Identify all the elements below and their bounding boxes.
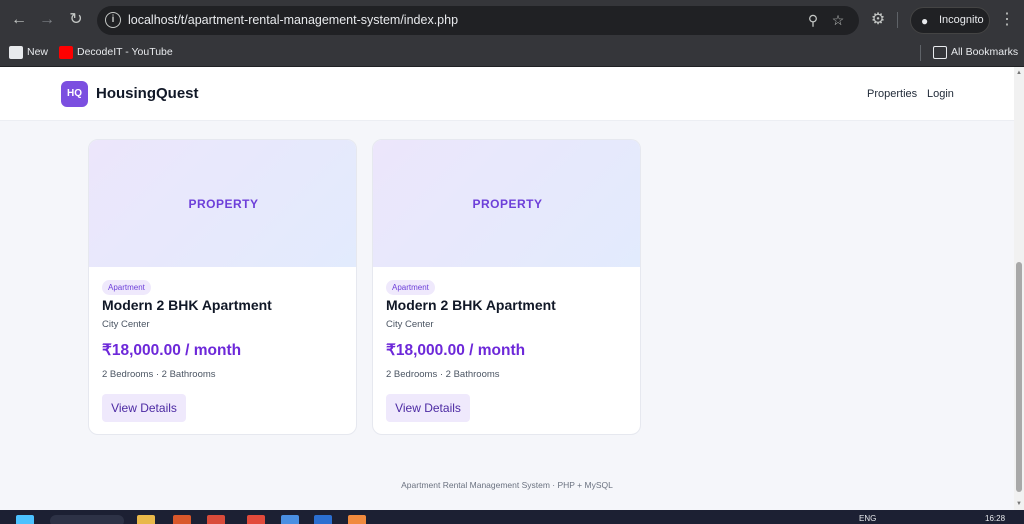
nav-properties[interactable]: Properties bbox=[867, 88, 917, 100]
property-title: Modern 2 BHK Apartment bbox=[102, 297, 272, 313]
property-meta: 2 Bedrooms · 2 Bathrooms bbox=[102, 369, 216, 380]
all-bookmarks-label: All Bookmarks bbox=[951, 46, 1019, 58]
property-card: PROPERTY Apartment Modern 2 BHK Apartmen… bbox=[372, 139, 641, 435]
forward-icon[interactable]: → bbox=[37, 10, 57, 30]
app-icon[interactable] bbox=[314, 515, 332, 524]
property-type-tag: Apartment bbox=[386, 280, 435, 295]
property-image-placeholder: PROPERTY bbox=[373, 140, 640, 267]
app-icon[interactable] bbox=[348, 515, 366, 524]
footer-text: Apartment Rental Management System · PHP… bbox=[401, 480, 613, 490]
property-title: Modern 2 BHK Apartment bbox=[386, 297, 556, 313]
menu-icon[interactable]: ⋮ bbox=[997, 10, 1017, 30]
search-box[interactable] bbox=[50, 515, 124, 524]
bookmark-youtube[interactable]: DecodeIT - YouTube bbox=[59, 44, 173, 62]
hero-label: PROPERTY bbox=[472, 197, 543, 211]
all-bookmarks[interactable]: All Bookmarks bbox=[933, 44, 1018, 62]
scroll-thumb[interactable] bbox=[1016, 262, 1022, 492]
brand-name[interactable]: HousingQuest bbox=[96, 85, 199, 102]
clock[interactable]: 16:28 bbox=[985, 514, 1005, 523]
browser-toolbar: ← → ↻ i localhost/t/apartment-rental-man… bbox=[0, 0, 1024, 40]
property-price: ₹18,000.00 / month bbox=[386, 342, 526, 359]
bookmark-star-icon[interactable]: ☆ bbox=[830, 12, 846, 28]
site-info-icon[interactable]: i bbox=[105, 12, 121, 28]
bookmarks-bar: New DecodeIT - YouTube All Bookmarks bbox=[0, 40, 1024, 67]
extension-icon[interactable]: ⚙ bbox=[868, 10, 888, 30]
app-icon[interactable] bbox=[247, 515, 265, 524]
scroll-down-icon[interactable]: ▼ bbox=[1016, 501, 1022, 507]
new-tab-icon bbox=[9, 46, 23, 59]
folder-icon bbox=[933, 46, 947, 59]
url-text[interactable]: localhost/t/apartment-rental-management-… bbox=[128, 13, 458, 27]
view-details-button[interactable]: View Details bbox=[386, 394, 470, 422]
view-details-button[interactable]: View Details bbox=[102, 394, 186, 422]
site-header: HQ HousingQuest Properties Login bbox=[0, 67, 1014, 121]
windows-start-icon[interactable] bbox=[16, 515, 34, 524]
bookmark-label: New bbox=[27, 46, 49, 58]
property-location: City Center bbox=[386, 319, 434, 330]
property-location: City Center bbox=[102, 319, 150, 330]
address-bar[interactable]: i localhost/t/apartment-rental-managemen… bbox=[97, 6, 859, 35]
bookmarks-divider bbox=[920, 45, 921, 61]
reload-icon[interactable]: ↻ bbox=[66, 10, 86, 30]
bookmark-new[interactable]: New bbox=[9, 44, 54, 62]
property-type-tag: Apartment bbox=[102, 280, 151, 295]
incognito-icon: ● bbox=[921, 14, 929, 28]
property-card: PROPERTY Apartment Modern 2 BHK Apartmen… bbox=[88, 139, 357, 435]
hero-label: PROPERTY bbox=[188, 197, 259, 211]
property-meta: 2 Bedrooms · 2 Bathrooms bbox=[386, 369, 500, 380]
incognito-label: Incognito bbox=[939, 14, 984, 26]
property-price: ₹18,000.00 / month bbox=[102, 342, 242, 359]
language-indicator[interactable]: ENG bbox=[859, 514, 876, 523]
page-viewport: HQ HousingQuest Properties Login PROPERT… bbox=[0, 67, 1014, 510]
zoom-icon[interactable]: ⚲ bbox=[805, 12, 821, 28]
app-icon[interactable] bbox=[173, 515, 191, 524]
file-explorer-icon[interactable] bbox=[137, 515, 155, 524]
property-image-placeholder: PROPERTY bbox=[89, 140, 356, 267]
chrome-icon[interactable] bbox=[207, 515, 225, 524]
os-taskbar: ENG 16:28 bbox=[0, 510, 1024, 524]
incognito-button[interactable]: ● Incognito bbox=[910, 7, 990, 34]
scroll-up-icon[interactable]: ▲ bbox=[1016, 70, 1022, 76]
page-scrollbar[interactable]: ▲ ▼ bbox=[1014, 67, 1024, 510]
nav-login[interactable]: Login bbox=[927, 88, 954, 100]
back-icon[interactable]: ← bbox=[9, 10, 29, 30]
calendar-icon[interactable] bbox=[281, 515, 299, 524]
toolbar-divider bbox=[897, 12, 898, 28]
bookmark-label: DecodeIT - YouTube bbox=[77, 46, 173, 58]
logo-badge[interactable]: HQ bbox=[61, 81, 88, 107]
youtube-icon bbox=[59, 46, 73, 59]
